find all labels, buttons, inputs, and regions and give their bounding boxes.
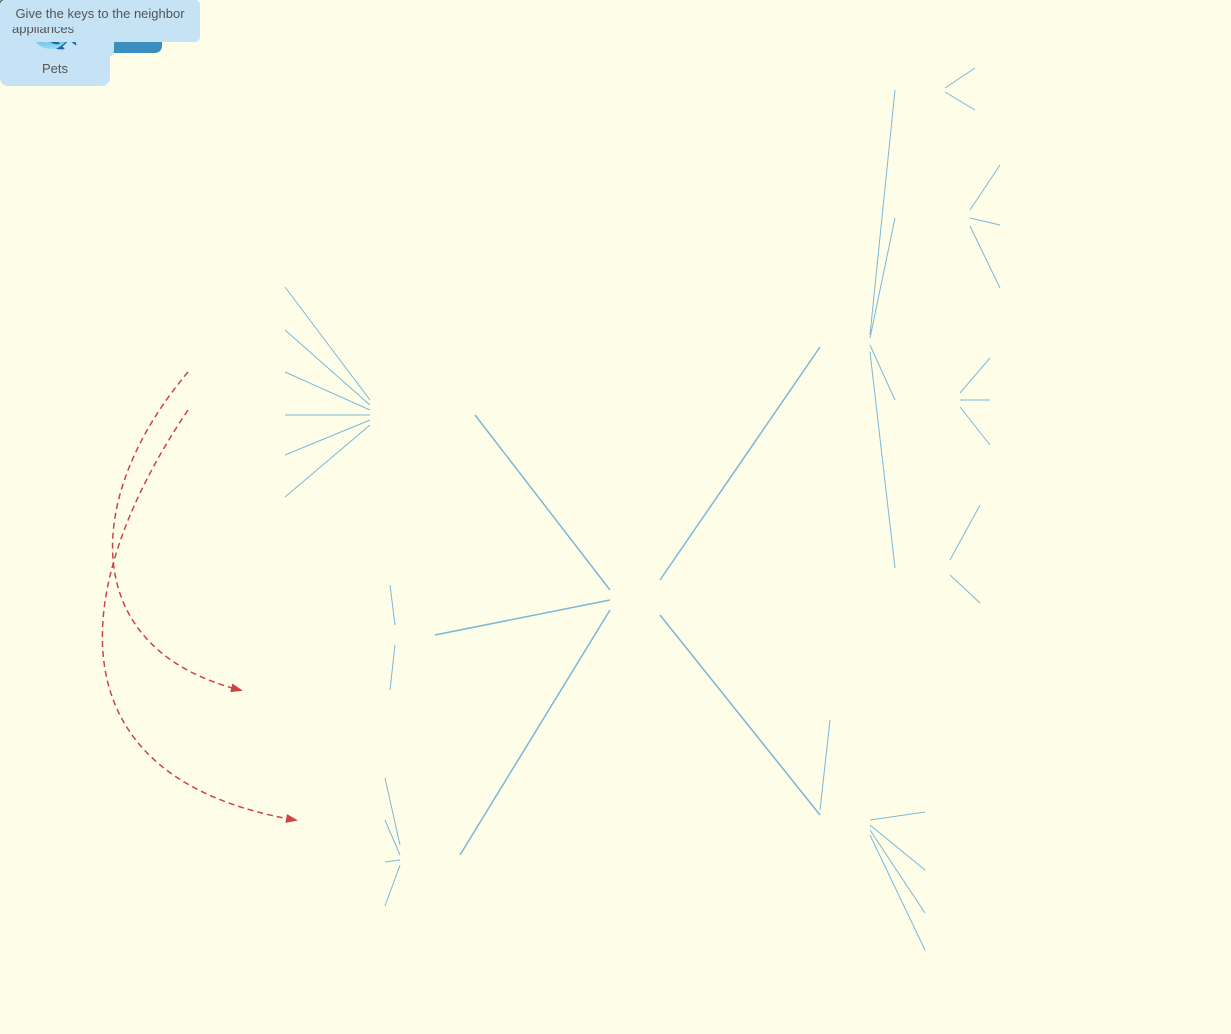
give-keys-node: Give the keys to the neighbor [0, 0, 200, 27]
pets-label: Pets [42, 61, 68, 76]
